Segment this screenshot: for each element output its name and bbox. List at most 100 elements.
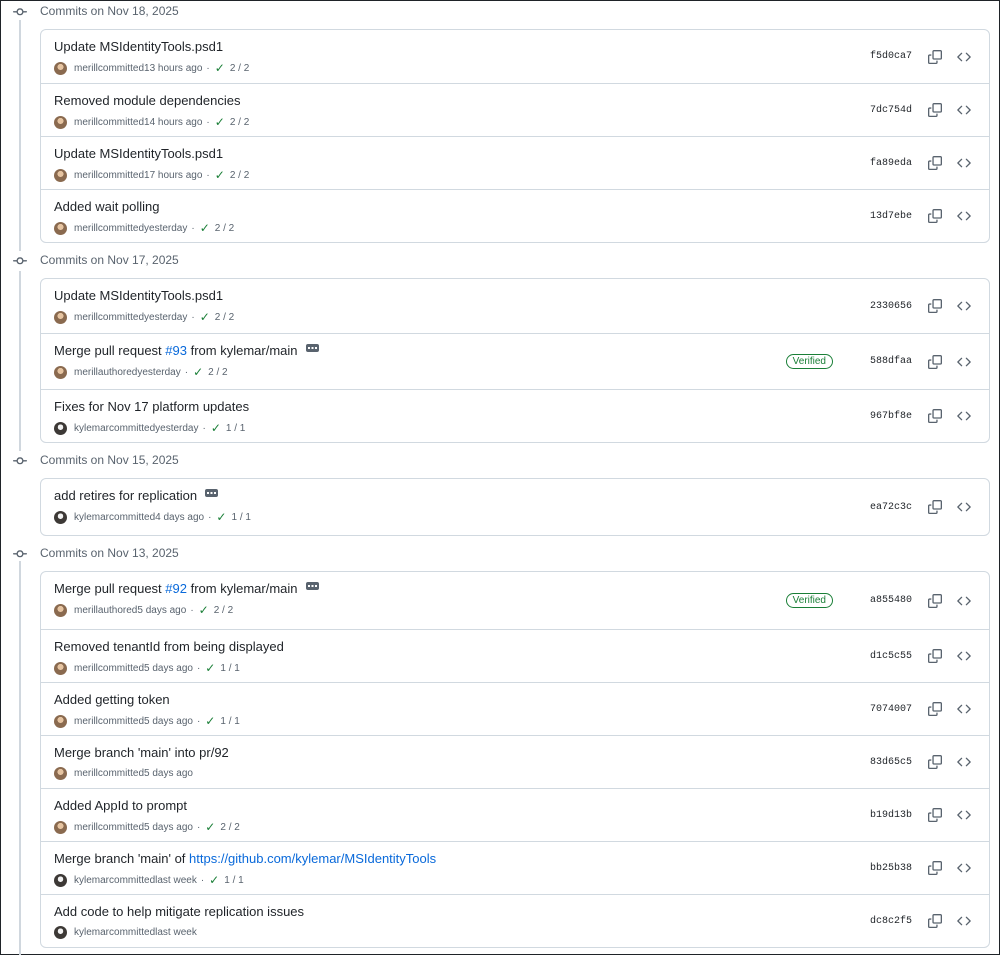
copy-icon[interactable] bbox=[922, 293, 948, 319]
commit-sha-link[interactable]: 7074007 bbox=[852, 704, 912, 715]
author-name[interactable]: merill bbox=[74, 223, 98, 234]
commit-message-link[interactable]: #93 bbox=[165, 343, 187, 358]
avatar[interactable] bbox=[54, 510, 67, 524]
commit-message[interactable]: Merge branch 'main' of https://github.co… bbox=[54, 851, 436, 866]
check-icon[interactable]: ✓ bbox=[205, 661, 215, 675]
avatar[interactable] bbox=[54, 421, 67, 435]
code-icon[interactable] bbox=[951, 696, 977, 722]
copy-icon[interactable] bbox=[922, 588, 948, 614]
check-icon[interactable]: ✓ bbox=[215, 61, 225, 75]
copy-icon[interactable] bbox=[922, 349, 948, 375]
commit-sha-link[interactable]: 83d65c5 bbox=[852, 757, 912, 768]
avatar[interactable] bbox=[54, 61, 67, 75]
avatar[interactable] bbox=[54, 873, 67, 887]
check-icon[interactable]: ✓ bbox=[215, 168, 225, 182]
copy-icon[interactable] bbox=[922, 44, 948, 70]
author-name[interactable]: kylemar bbox=[74, 423, 109, 434]
check-count[interactable]: 1 / 1 bbox=[226, 423, 245, 434]
avatar[interactable] bbox=[54, 168, 67, 182]
author-name[interactable]: merill bbox=[74, 605, 98, 616]
code-icon[interactable] bbox=[951, 494, 977, 520]
expand-message-ellipsis-icon[interactable] bbox=[205, 488, 219, 497]
commit-sha-link[interactable]: d1c5c55 bbox=[852, 651, 912, 662]
commit-sha-link[interactable]: 588dfaa bbox=[852, 356, 912, 367]
check-icon[interactable]: ✓ bbox=[211, 421, 221, 435]
code-icon[interactable] bbox=[951, 588, 977, 614]
check-count[interactable]: 2 / 2 bbox=[215, 312, 234, 323]
author-name[interactable]: kylemar bbox=[74, 512, 109, 523]
commit-message[interactable]: Added wait polling bbox=[54, 199, 160, 214]
check-count[interactable]: 2 / 2 bbox=[230, 170, 249, 181]
check-icon[interactable]: ✓ bbox=[193, 365, 203, 379]
code-icon[interactable] bbox=[951, 855, 977, 881]
commit-message[interactable]: add retires for replication bbox=[54, 488, 219, 503]
author-name[interactable]: merill bbox=[74, 663, 98, 674]
commit-message[interactable]: Added getting token bbox=[54, 692, 170, 707]
avatar[interactable] bbox=[54, 926, 67, 939]
commit-sha-link[interactable]: bb25b38 bbox=[852, 863, 912, 874]
commit-sha-link[interactable]: b19d13b bbox=[852, 810, 912, 821]
avatar[interactable] bbox=[54, 115, 67, 129]
commit-message[interactable]: Update MSIdentityTools.psd1 bbox=[54, 146, 223, 161]
commit-message[interactable]: Update MSIdentityTools.psd1 bbox=[54, 39, 223, 54]
check-icon[interactable]: ✓ bbox=[209, 873, 219, 887]
check-icon[interactable]: ✓ bbox=[205, 714, 215, 728]
check-count[interactable]: 1 / 1 bbox=[220, 716, 239, 727]
commit-message[interactable]: Update MSIdentityTools.psd1 bbox=[54, 288, 223, 303]
commit-sha-link[interactable]: fa89eda bbox=[852, 158, 912, 169]
code-icon[interactable] bbox=[951, 403, 977, 429]
check-count[interactable]: 1 / 1 bbox=[231, 512, 250, 523]
avatar[interactable] bbox=[54, 661, 67, 675]
commit-sha-link[interactable]: dc8c2f5 bbox=[852, 916, 912, 927]
check-count[interactable]: 2 / 2 bbox=[214, 605, 233, 616]
code-icon[interactable] bbox=[951, 293, 977, 319]
author-name[interactable]: kylemar bbox=[74, 927, 109, 938]
check-count[interactable]: 2 / 2 bbox=[220, 822, 239, 833]
check-icon[interactable]: ✓ bbox=[200, 310, 210, 324]
code-icon[interactable] bbox=[951, 44, 977, 70]
commit-message[interactable]: Merge pull request #93 from kylemar/main bbox=[54, 343, 319, 358]
author-name[interactable]: kylemar bbox=[74, 875, 109, 886]
author-name[interactable]: merill bbox=[74, 822, 98, 833]
copy-icon[interactable] bbox=[922, 97, 948, 123]
commit-sha-link[interactable]: 2330656 bbox=[852, 301, 912, 312]
avatar[interactable] bbox=[54, 603, 67, 617]
commit-message-link[interactable]: https://github.com/kylemar/MSIdentityToo… bbox=[189, 851, 436, 866]
check-count[interactable]: 2 / 2 bbox=[208, 367, 227, 378]
commit-sha-link[interactable]: a855480 bbox=[852, 595, 912, 606]
commit-sha-link[interactable]: ea72c3c bbox=[852, 502, 912, 513]
check-icon[interactable]: ✓ bbox=[215, 115, 225, 129]
avatar[interactable] bbox=[54, 365, 67, 379]
copy-icon[interactable] bbox=[922, 403, 948, 429]
verified-badge[interactable]: Verified bbox=[785, 354, 833, 369]
commit-message[interactable]: Removed tenantId from being displayed bbox=[54, 639, 284, 654]
check-count[interactable]: 2 / 2 bbox=[230, 117, 249, 128]
commit-message[interactable]: Add code to help mitigate replication is… bbox=[54, 904, 304, 919]
avatar[interactable] bbox=[54, 221, 67, 235]
commit-sha-link[interactable]: f5d0ca7 bbox=[852, 51, 912, 62]
check-count[interactable]: 1 / 1 bbox=[224, 875, 243, 886]
code-icon[interactable] bbox=[951, 97, 977, 123]
author-name[interactable]: merill bbox=[74, 170, 98, 181]
check-count[interactable]: 1 / 1 bbox=[220, 663, 239, 674]
copy-icon[interactable] bbox=[922, 643, 948, 669]
check-icon[interactable]: ✓ bbox=[200, 221, 210, 235]
copy-icon[interactable] bbox=[922, 908, 948, 934]
commit-message[interactable]: Removed module dependencies bbox=[54, 93, 240, 108]
commit-message[interactable]: Merge branch 'main' into pr/92 bbox=[54, 745, 229, 760]
copy-icon[interactable] bbox=[922, 696, 948, 722]
commit-message[interactable]: Added AppId to prompt bbox=[54, 798, 187, 813]
commit-sha-link[interactable]: 7dc754d bbox=[852, 105, 912, 116]
check-icon[interactable]: ✓ bbox=[216, 510, 226, 524]
avatar[interactable] bbox=[54, 820, 67, 834]
copy-icon[interactable] bbox=[922, 855, 948, 881]
code-icon[interactable] bbox=[951, 643, 977, 669]
expand-message-ellipsis-icon[interactable] bbox=[305, 581, 319, 590]
check-icon[interactable]: ✓ bbox=[205, 820, 215, 834]
verified-badge[interactable]: Verified bbox=[785, 593, 833, 608]
code-icon[interactable] bbox=[951, 802, 977, 828]
avatar[interactable] bbox=[54, 714, 67, 728]
avatar[interactable] bbox=[54, 310, 67, 324]
avatar[interactable] bbox=[54, 767, 67, 780]
expand-message-ellipsis-icon[interactable] bbox=[305, 343, 319, 352]
